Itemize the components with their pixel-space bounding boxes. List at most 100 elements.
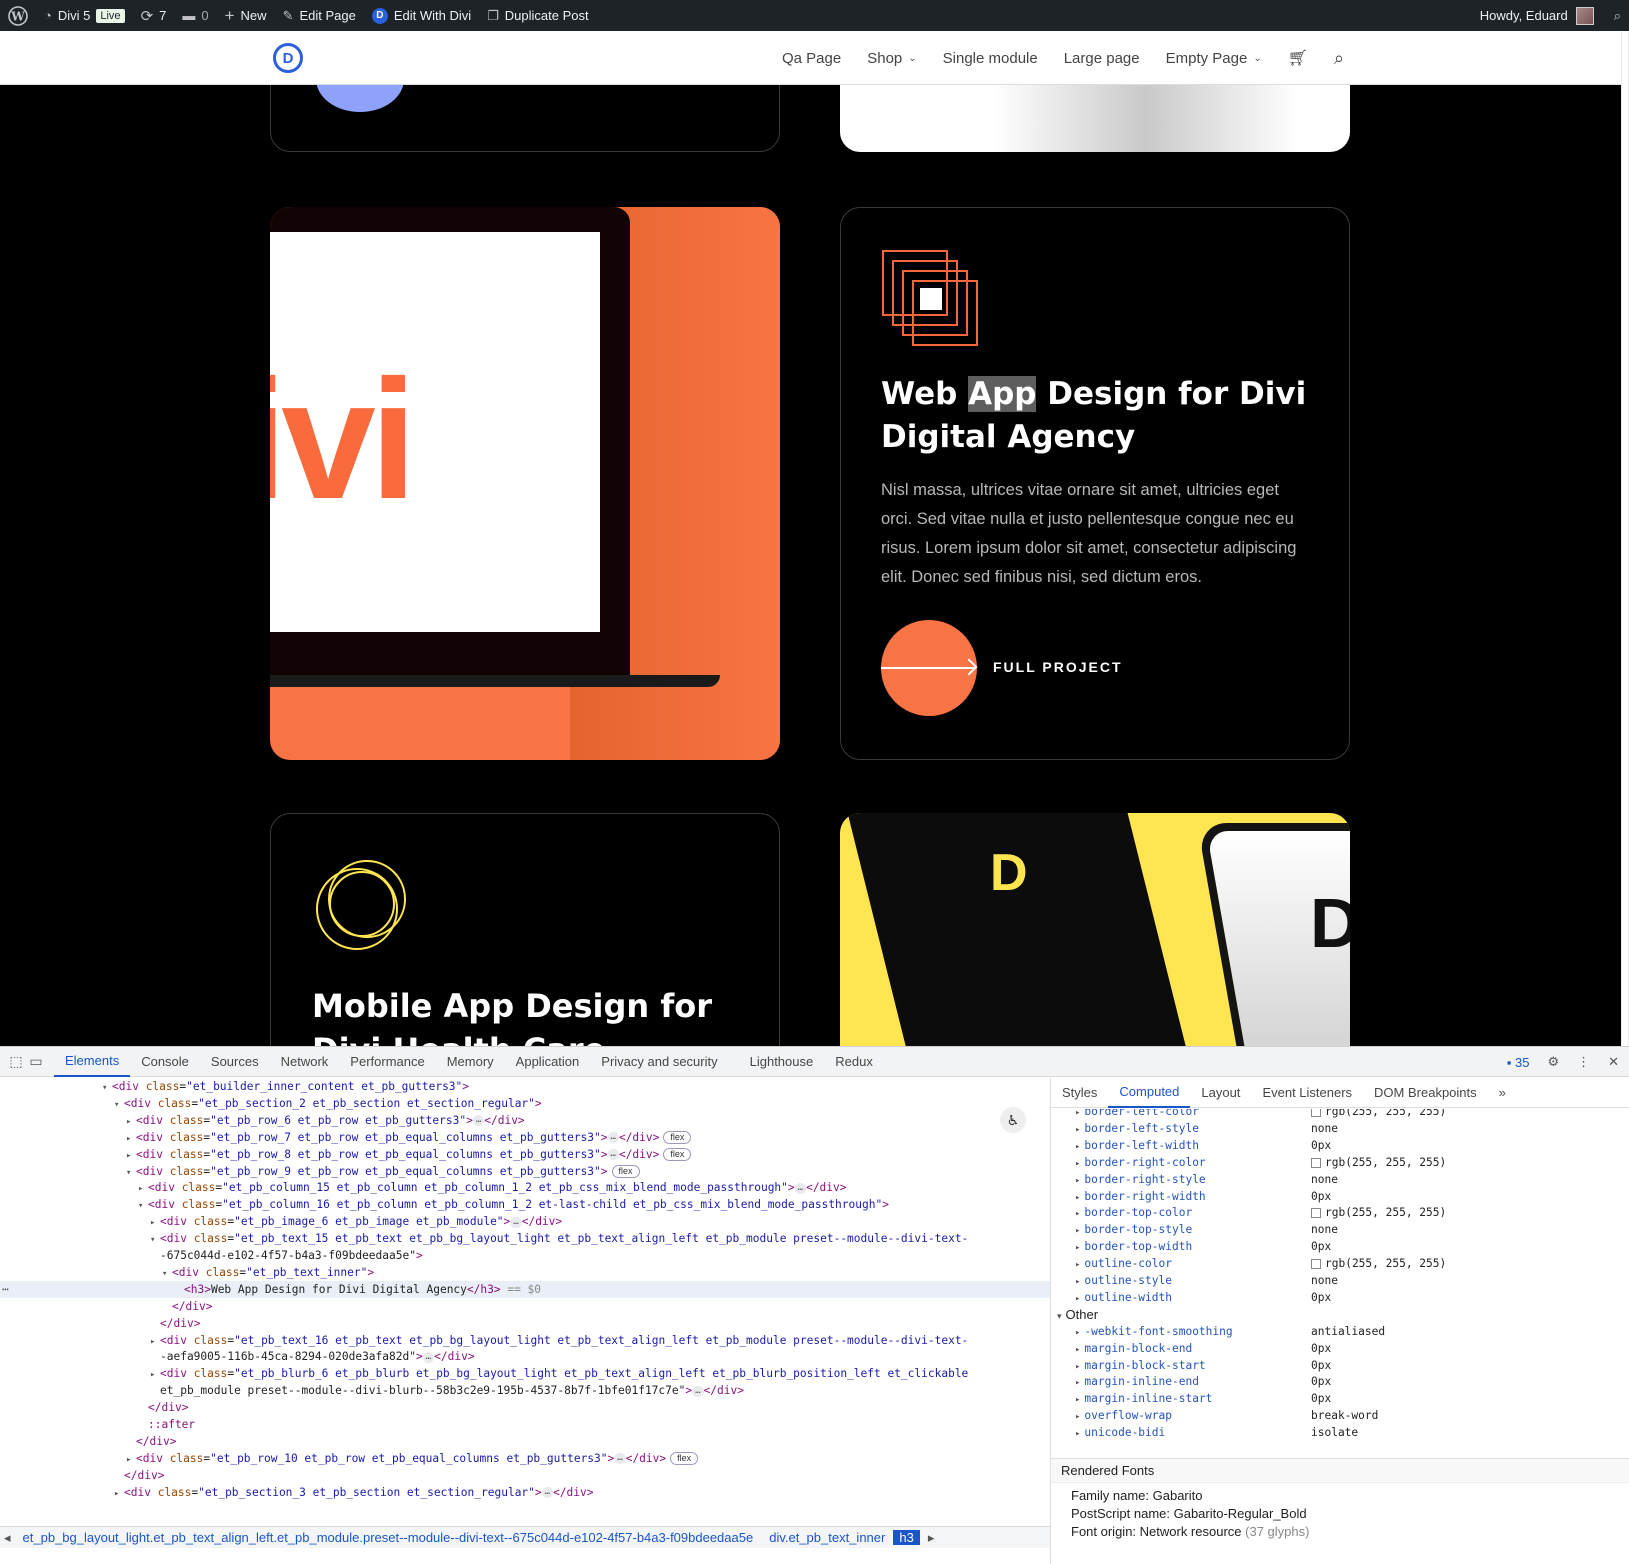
computed-property-row[interactable]: ▸ unicode-bidi isolate bbox=[1075, 1424, 1358, 1441]
dom-node-line[interactable]: </div> bbox=[0, 1399, 188, 1416]
dom-node-line[interactable]: ::after bbox=[0, 1416, 195, 1433]
computed-property-row[interactable]: ▸ border-right-style none bbox=[1075, 1171, 1338, 1188]
breadcrumb-item[interactable]: et_pb_bg_layout_light.et_pb_text_align_l… bbox=[15, 1530, 762, 1545]
computed-property-row[interactable]: ▸ -webkit-font-smoothing antialiased bbox=[1075, 1323, 1385, 1340]
howdy-label[interactable]: Howdy, Eduard bbox=[1480, 8, 1568, 23]
node-actions-icon[interactable]: ⋯ bbox=[2, 1281, 9, 1298]
collapsed-ellipsis[interactable]: … bbox=[510, 1216, 522, 1228]
collapsed-ellipsis[interactable]: … bbox=[472, 1115, 485, 1127]
tab-computed[interactable]: Computed bbox=[1108, 1078, 1191, 1108]
tab-layout[interactable]: Layout bbox=[1190, 1078, 1251, 1108]
tab-memory[interactable]: Memory bbox=[436, 1047, 505, 1077]
dom-node-line[interactable]: ▾ <div class="et_pb_text_15 et_pb_text et… bbox=[0, 1230, 968, 1247]
tab-application[interactable]: Application bbox=[505, 1047, 591, 1077]
computed-property-row[interactable]: ▸ border-right-color rgb(255, 255, 255) bbox=[1075, 1154, 1446, 1171]
dom-node-line[interactable]: -aefa9005-116b-45ca-8294-020de3afa82d">…… bbox=[0, 1348, 475, 1365]
site-name-menu[interactable]: ◔ Divi 5 Live bbox=[36, 0, 133, 31]
dom-node-line[interactable]: ▸ <div class="et_pb_row_7 et_pb_row et_pb… bbox=[0, 1129, 692, 1146]
nav-item-qa-page[interactable]: Qa Page bbox=[782, 50, 841, 67]
color-swatch[interactable] bbox=[1311, 1109, 1321, 1117]
dom-node-line[interactable]: ▸ <div class="et_pb_column_15 et_pb_colum… bbox=[0, 1179, 847, 1196]
computed-property-row[interactable]: ▸ margin-inline-start 0px bbox=[1075, 1390, 1331, 1407]
rendered-fonts-header[interactable]: Rendered Fonts bbox=[1051, 1459, 1629, 1483]
tab-console[interactable]: Console bbox=[130, 1047, 200, 1077]
computed-property-row[interactable]: ▸ outline-color rgb(255, 255, 255) bbox=[1075, 1255, 1446, 1272]
dom-node-line[interactable]: ▸ <div class="et_pb_section_3 et_pb_secti… bbox=[0, 1484, 594, 1501]
expand-toggle-icon[interactable]: ▸ bbox=[114, 1486, 124, 1503]
dom-node-line[interactable]: ▾ <div class="et_pb_section_2 et_pb_secti… bbox=[0, 1095, 542, 1112]
breadcrumb-item-current[interactable]: h3 bbox=[893, 1530, 920, 1545]
settings-gear-icon[interactable]: ⚙ bbox=[1547, 1054, 1559, 1070]
computed-property-row[interactable]: ▸ border-right-width 0px bbox=[1075, 1188, 1331, 1205]
close-icon[interactable]: ✕ bbox=[1608, 1054, 1619, 1070]
collapsed-ellipsis[interactable]: … bbox=[607, 1132, 619, 1144]
dom-node-line[interactable]: </div> bbox=[0, 1315, 200, 1332]
updates-menu[interactable]: ⟳ 7 bbox=[133, 0, 175, 31]
computed-property-row[interactable]: ▸ border-top-style none bbox=[1075, 1221, 1338, 1238]
color-swatch[interactable] bbox=[1311, 1157, 1321, 1168]
inspect-element-icon[interactable]: ⬚ bbox=[6, 1053, 26, 1070]
computed-property-row[interactable]: ▸ margin-block-end 0px bbox=[1075, 1340, 1331, 1357]
computed-property-row[interactable]: ▸ border-left-color rgb(255, 255, 255) bbox=[1075, 1109, 1446, 1120]
tab-network[interactable]: Network bbox=[270, 1047, 340, 1077]
tab-styles[interactable]: Styles bbox=[1051, 1078, 1108, 1108]
dom-node-selected[interactable]: <h3>Web App Design for Divi Digital Agen… bbox=[0, 1280, 1050, 1298]
cart-icon[interactable]: 🛒︎ bbox=[1288, 48, 1308, 68]
computed-property-row[interactable]: ▸ border-top-color rgb(255, 255, 255) bbox=[1075, 1204, 1446, 1221]
dom-node-line[interactable]: </div> bbox=[0, 1298, 212, 1315]
tab-redux[interactable]: Redux bbox=[824, 1047, 884, 1077]
more-tabs-icon[interactable]: » bbox=[1488, 1078, 1517, 1108]
accessibility-tree-icon[interactable]: ♿︎ bbox=[1000, 1107, 1026, 1133]
computed-property-row[interactable]: ▸ margin-inline-end 0px bbox=[1075, 1373, 1331, 1390]
color-swatch[interactable] bbox=[1311, 1208, 1321, 1219]
breadcrumb-right-arrow-icon[interactable]: ▸ bbox=[920, 1530, 943, 1546]
dom-node-line[interactable]: </div> bbox=[0, 1433, 176, 1450]
nav-item-single-module[interactable]: Single module bbox=[943, 50, 1038, 67]
nav-item-large-page[interactable]: Large page bbox=[1064, 50, 1140, 67]
flex-badge[interactable]: flex bbox=[663, 1148, 692, 1162]
tab-dom-breakpoints[interactable]: DOM Breakpoints bbox=[1363, 1078, 1488, 1108]
more-options-icon[interactable]: ⋮ bbox=[1577, 1054, 1590, 1070]
comments-menu[interactable]: ▬ 0 bbox=[174, 0, 216, 31]
computed-property-row[interactable]: ▸ margin-block-start 0px bbox=[1075, 1357, 1331, 1374]
dom-node-line[interactable]: ▸ <div class="et_pb_row_10 et_pb_row et_p… bbox=[0, 1450, 699, 1467]
dom-node-line[interactable]: ▾ <div class="et_pb_text_inner"> bbox=[0, 1264, 374, 1281]
dom-node-line[interactable]: et_pb_module preset--module--divi-blurb-… bbox=[0, 1382, 744, 1399]
dom-node-line[interactable]: ▸ <div class="et_pb_text_16 et_pb_text et… bbox=[0, 1332, 968, 1349]
search-icon[interactable]: ⌕ bbox=[1334, 48, 1344, 69]
issues-counter[interactable]: ▪ 35 bbox=[1507, 1055, 1530, 1070]
dom-node-line[interactable]: ▾ <div class="et_pb_column_16 et_pb_colum… bbox=[0, 1196, 889, 1213]
elements-dom-tree[interactable]: ▾ <div class="et_builder_inner_content et… bbox=[0, 1078, 1050, 1518]
breadcrumb-left-arrow-icon[interactable]: ◂ bbox=[0, 1530, 15, 1546]
dom-node-line[interactable]: ▸ <div class="et_pb_row_6 et_pb_row et_pb… bbox=[0, 1112, 525, 1129]
edit-page-link[interactable]: ✎ Edit Page bbox=[275, 0, 364, 31]
computed-property-row[interactable]: ▸ border-left-width 0px bbox=[1075, 1137, 1331, 1154]
dom-node-line[interactable]: ▾ <div class="et_builder_inner_content et… bbox=[0, 1078, 469, 1095]
color-swatch[interactable] bbox=[1311, 1259, 1321, 1270]
tab-elements[interactable]: Elements bbox=[54, 1047, 131, 1077]
new-content-menu[interactable]: + New bbox=[217, 0, 275, 31]
collapsed-ellipsis[interactable]: … bbox=[794, 1182, 807, 1194]
tab-performance[interactable]: Performance bbox=[339, 1047, 435, 1077]
collapsed-ellipsis[interactable]: … bbox=[422, 1351, 435, 1363]
dom-node-line[interactable]: ▸ <div class="et_pb_row_8 et_pb_row et_pb… bbox=[0, 1146, 692, 1163]
other-group-header[interactable]: ▾ Other bbox=[1057, 1306, 1098, 1323]
search-icon[interactable]: ⌕ bbox=[1614, 8, 1621, 24]
dom-node-line[interactable]: </div> bbox=[0, 1467, 164, 1484]
flex-badge[interactable]: flex bbox=[670, 1452, 699, 1466]
collapsed-ellipsis[interactable]: … bbox=[607, 1149, 619, 1161]
computed-property-row[interactable]: ▸ outline-width 0px bbox=[1075, 1289, 1331, 1306]
tab-privacy-security[interactable]: Privacy and security bbox=[590, 1047, 728, 1077]
tab-sources[interactable]: Sources bbox=[200, 1047, 270, 1077]
edit-with-divi-link[interactable]: D Edit With Divi bbox=[364, 0, 479, 31]
collapsed-ellipsis[interactable]: … bbox=[692, 1385, 704, 1397]
dom-node-line[interactable]: -675c044d-e102-4f57-b4a3-f09bdeedaa5e"> bbox=[0, 1247, 423, 1264]
tab-event-listeners[interactable]: Event Listeners bbox=[1251, 1078, 1363, 1108]
wp-logo-menu[interactable]: W bbox=[0, 0, 36, 31]
computed-property-row[interactable]: ▸ border-left-style none bbox=[1075, 1120, 1338, 1137]
device-toolbar-icon[interactable]: ▭ bbox=[26, 1053, 46, 1070]
computed-property-row[interactable]: ▸ border-top-width 0px bbox=[1075, 1238, 1331, 1255]
breadcrumb-item[interactable]: div.et_pb_text_inner bbox=[761, 1530, 893, 1545]
dom-node-line[interactable]: ▾ <div class="et_pb_row_9 et_pb_row et_pb… bbox=[0, 1163, 640, 1180]
tab-lighthouse[interactable]: Lighthouse bbox=[739, 1047, 825, 1077]
